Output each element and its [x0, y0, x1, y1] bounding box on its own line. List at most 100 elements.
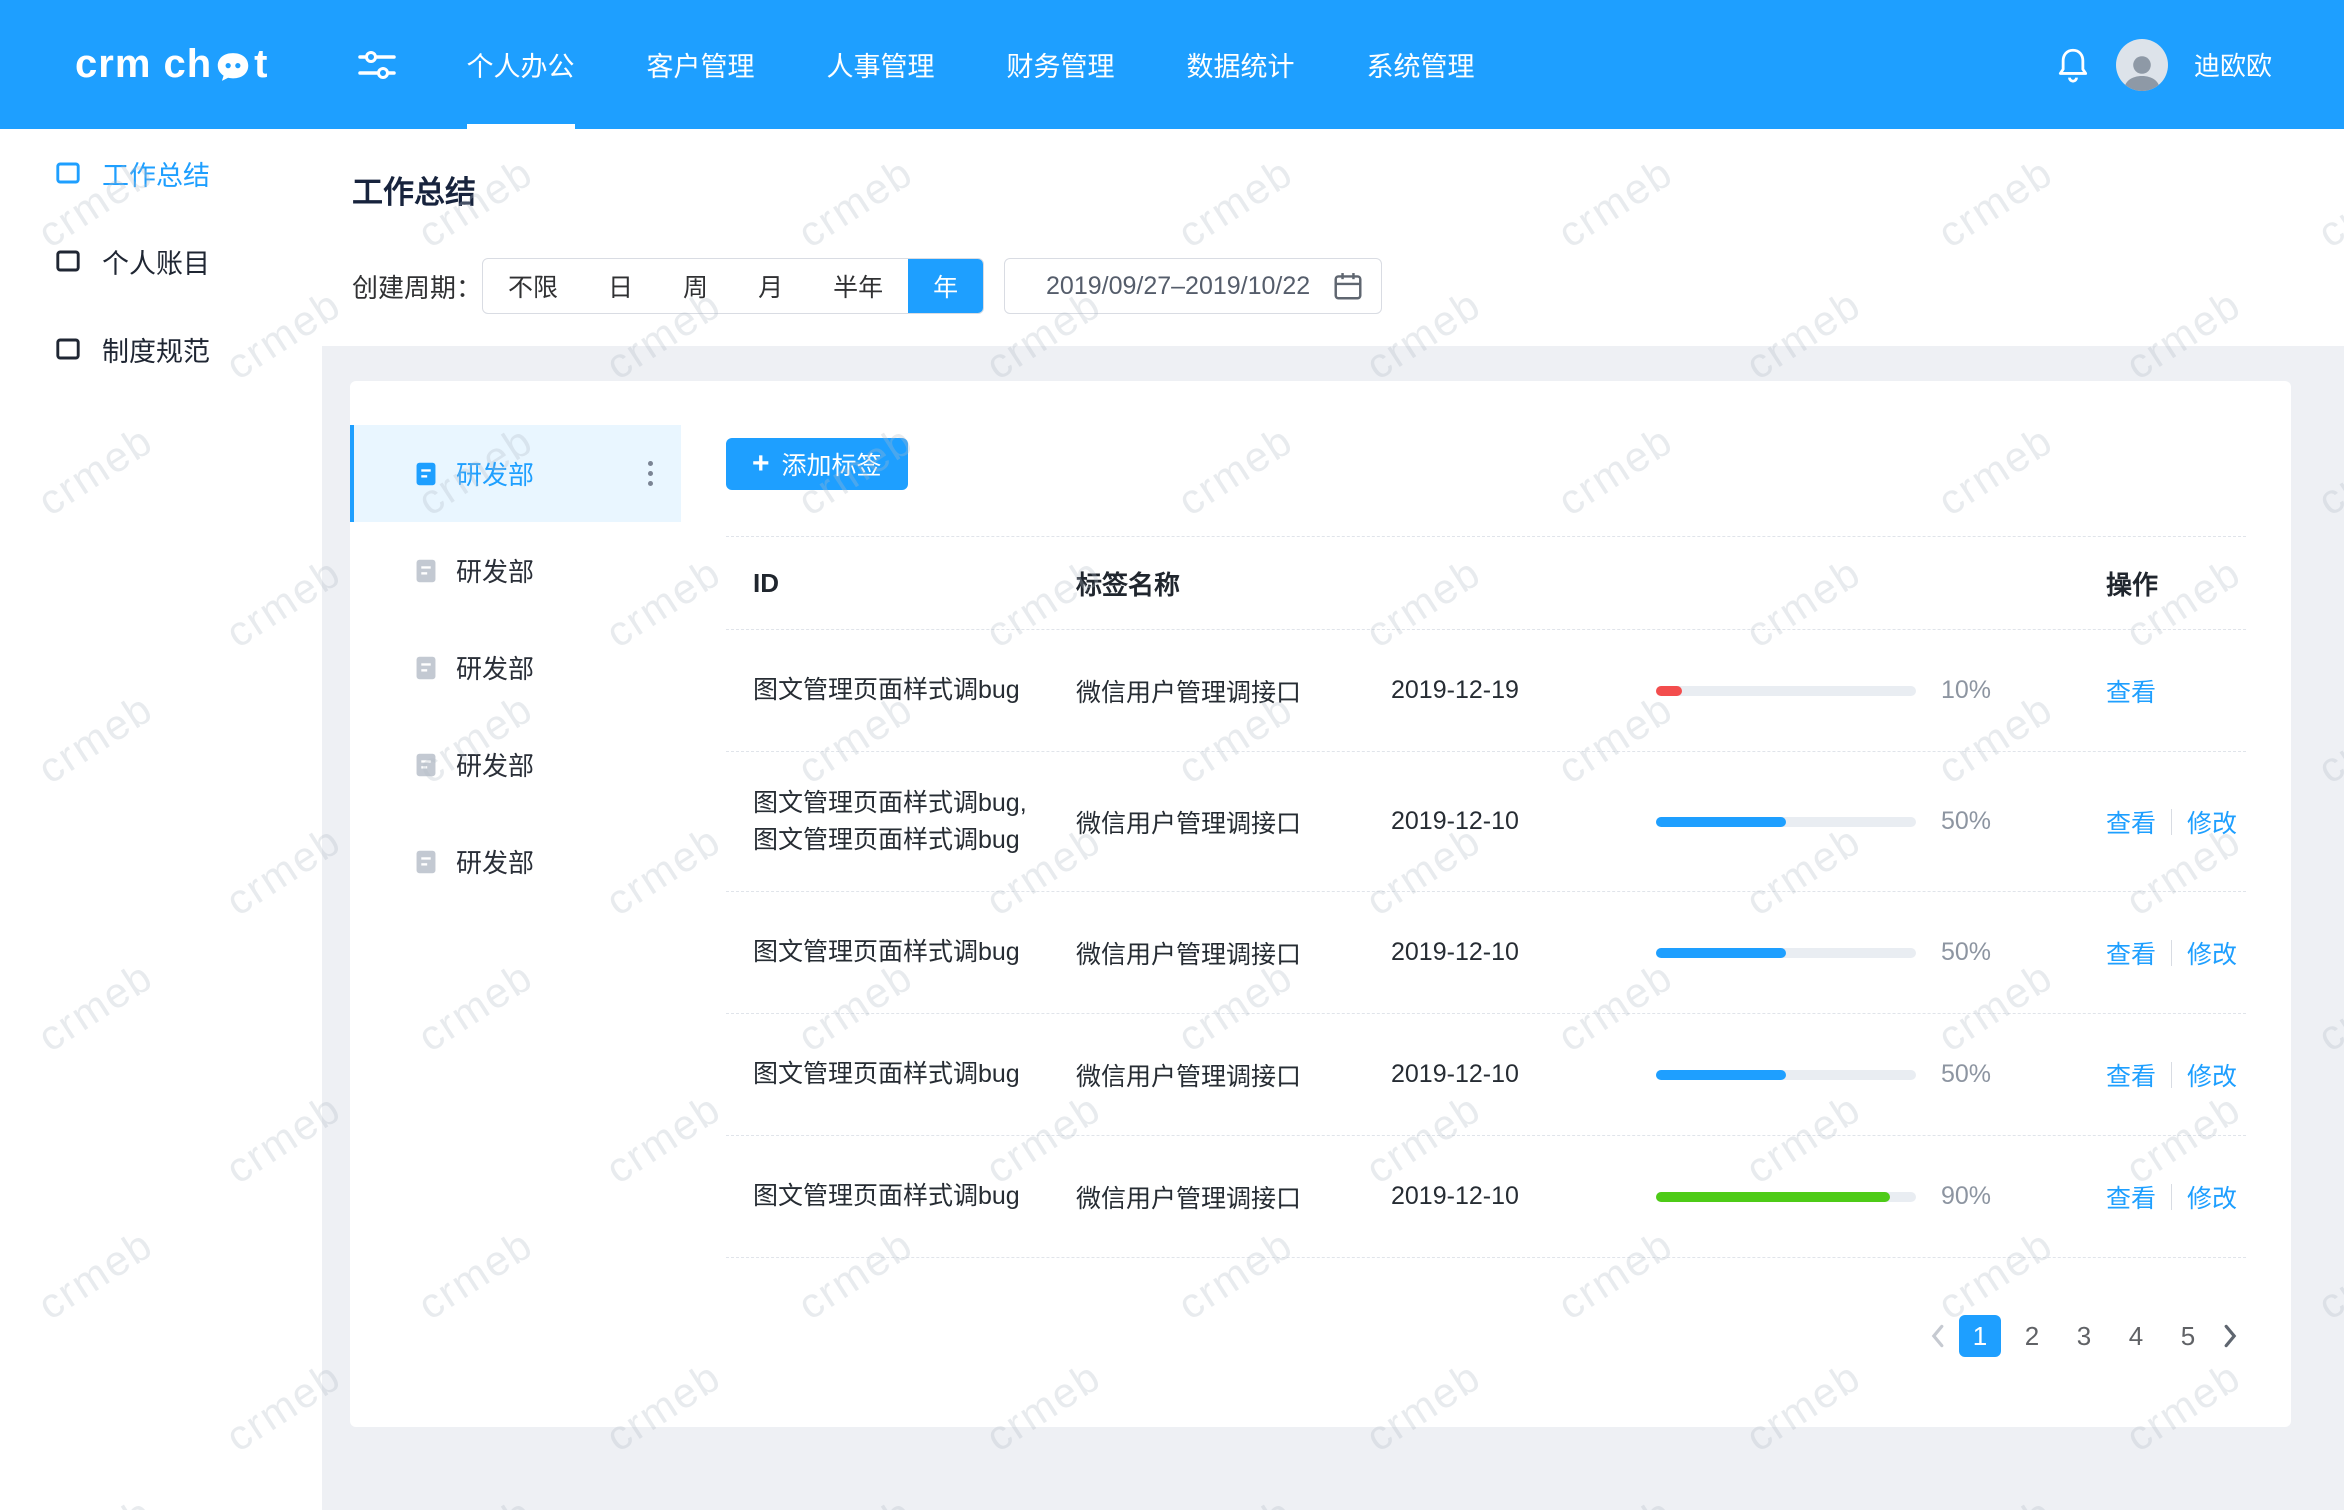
main-nav: 个人办公 客户管理 人事管理 财务管理 数据统计 系统管理 — [467, 0, 1547, 129]
row-actions: 查看 — [2106, 673, 2246, 709]
date-cell: 2019-12-10 — [1391, 1182, 1656, 1211]
add-tag-label: 添加标签 — [782, 446, 882, 482]
progress-bar — [1656, 1070, 1916, 1080]
date-cell: 2019-12-10 — [1391, 1060, 1656, 1089]
nav-item-statistics[interactable]: 数据统计 — [1187, 0, 1295, 129]
doc-icon — [414, 655, 438, 681]
tags-table: ID 标签名称 操作 图文管理页面样式调bug 微信用户管理调接口 2019-1… — [726, 536, 2246, 1258]
nav-item-customer[interactable]: 客户管理 — [647, 0, 755, 129]
logo-text-left: crm ch — [75, 42, 212, 87]
date-cell: 2019-12-19 — [1391, 676, 1656, 705]
page-title: 工作总结 — [352, 167, 2344, 212]
period-option-week[interactable]: 周 — [658, 259, 733, 313]
action-divider — [2171, 1062, 2172, 1088]
date-range-input[interactable]: 2019/09/27–2019/10/22 — [1004, 258, 1382, 314]
col-header-action: 操作 — [2106, 565, 2246, 602]
period-option-month[interactable]: 月 — [733, 259, 808, 313]
sidebar-item-personal-account[interactable]: 个人账目 — [0, 217, 322, 305]
page-number[interactable]: 5 — [2167, 1315, 2209, 1357]
edit-link[interactable]: 修改 — [2187, 1057, 2237, 1093]
doc-icon — [414, 461, 438, 487]
progress-percent: 50% — [1941, 938, 2051, 967]
table-row: 图文管理页面样式调bug, 图文管理页面样式调bug 微信用户管理调接口 201… — [726, 752, 2246, 892]
more-dots-icon[interactable] — [642, 455, 659, 492]
plus-icon: + — [752, 449, 770, 479]
group-label: 研发部 — [456, 746, 534, 783]
row-actions: 查看 修改 — [2106, 935, 2246, 971]
tag-name: 微信用户管理调接口 — [1076, 804, 1391, 840]
nav-item-hr[interactable]: 人事管理 — [827, 0, 935, 129]
date-cell: 2019-12-10 — [1391, 807, 1656, 836]
group-label: 研发部 — [456, 455, 534, 492]
progress-bar — [1656, 948, 1916, 958]
edit-link[interactable]: 修改 — [2187, 804, 2237, 840]
table-row: 图文管理页面样式调bug 微信用户管理调接口 2019-12-10 50% 查看… — [726, 1014, 2246, 1136]
pagination: 1 2 3 4 5 — [1925, 1315, 2243, 1357]
nav-item-personal-office[interactable]: 个人办公 — [467, 0, 575, 129]
user-name[interactable]: 迪欧欧 — [2194, 46, 2272, 83]
group-label: 研发部 — [456, 552, 534, 589]
progress-percent: 50% — [1941, 1060, 2051, 1089]
task-name: 图文管理页面样式调bug, 图文管理页面样式调bug — [753, 785, 1076, 859]
group-item[interactable]: 研发部 — [350, 522, 681, 619]
view-link[interactable]: 查看 — [2106, 804, 2156, 840]
calendar-icon — [1333, 271, 1363, 301]
header-right: 迪欧欧 — [2056, 39, 2272, 91]
page-number[interactable]: 1 — [1959, 1315, 2001, 1357]
period-option-unlimited[interactable]: 不限 — [483, 259, 583, 313]
view-link[interactable]: 查看 — [2106, 1179, 2156, 1215]
group-item[interactable]: 研发部 — [350, 425, 681, 522]
logo: crm ch t — [75, 42, 269, 87]
content-card: 研发部 研发部 研发部 研发部 — [350, 381, 2291, 1427]
page-number[interactable]: 2 — [2011, 1315, 2053, 1357]
sidebar-item-label: 工作总结 — [102, 154, 210, 193]
row-actions: 查看 修改 — [2106, 804, 2246, 840]
action-divider — [2171, 940, 2172, 966]
sidebar-item-rules[interactable]: 制度规范 — [0, 305, 322, 393]
nav-item-finance[interactable]: 财务管理 — [1007, 0, 1115, 129]
view-link[interactable]: 查看 — [2106, 935, 2156, 971]
chevron-left-icon[interactable] — [1925, 1323, 1949, 1349]
add-tag-button[interactable]: + 添加标签 — [726, 438, 908, 490]
nav-item-system[interactable]: 系统管理 — [1367, 0, 1475, 129]
sidebar: 工作总结 个人账目 制度规范 — [0, 129, 322, 1510]
edit-link[interactable]: 修改 — [2187, 1179, 2237, 1215]
page-number[interactable]: 3 — [2063, 1315, 2105, 1357]
filter-row: 创建周期： 不限 日 周 月 半年 年 2019/09/27–2019/10/2… — [352, 258, 2344, 314]
row-actions: 查看 修改 — [2106, 1179, 2246, 1215]
view-link[interactable]: 查看 — [2106, 673, 2156, 709]
task-name: 图文管理页面样式调bug — [753, 1056, 1076, 1093]
doc-icon — [414, 558, 438, 584]
group-item[interactable]: 研发部 — [350, 619, 681, 716]
table-row: 图文管理页面样式调bug 微信用户管理调接口 2019-12-10 50% 查看… — [726, 892, 2246, 1014]
collapse-menu-icon[interactable] — [357, 48, 397, 82]
date-cell: 2019-12-10 — [1391, 938, 1656, 967]
logo-chat-bubble-icon — [215, 50, 251, 84]
doc-icon — [414, 849, 438, 875]
col-header-id: ID — [753, 565, 1076, 602]
progress-bar — [1656, 817, 1916, 827]
page-number[interactable]: 4 — [2115, 1315, 2157, 1357]
doc-icon — [414, 752, 438, 778]
row-actions: 查看 修改 — [2106, 1057, 2246, 1093]
period-segmented-control: 不限 日 周 月 半年 年 — [482, 258, 984, 314]
sidebar-item-work-summary[interactable]: 工作总结 — [0, 129, 322, 217]
table-header-row: ID 标签名称 操作 — [726, 537, 2246, 630]
progress-percent: 50% — [1941, 807, 2051, 836]
board-icon — [56, 162, 80, 184]
group-label: 研发部 — [456, 649, 534, 686]
period-option-year[interactable]: 年 — [908, 259, 983, 313]
chevron-right-icon[interactable] — [2219, 1323, 2243, 1349]
progress-percent: 90% — [1941, 1182, 2051, 1211]
group-item[interactable]: 研发部 — [350, 813, 681, 910]
avatar[interactable] — [2116, 39, 2168, 91]
period-option-half-year[interactable]: 半年 — [808, 259, 908, 313]
view-link[interactable]: 查看 — [2106, 1057, 2156, 1093]
table-row: 图文管理页面样式调bug 微信用户管理调接口 2019-12-10 90% 查看… — [726, 1136, 2246, 1258]
bell-icon[interactable] — [2056, 46, 2090, 84]
edit-link[interactable]: 修改 — [2187, 935, 2237, 971]
period-option-day[interactable]: 日 — [583, 259, 658, 313]
progress-bar — [1656, 686, 1916, 696]
board-icon — [56, 338, 80, 360]
group-item[interactable]: 研发部 — [350, 716, 681, 813]
